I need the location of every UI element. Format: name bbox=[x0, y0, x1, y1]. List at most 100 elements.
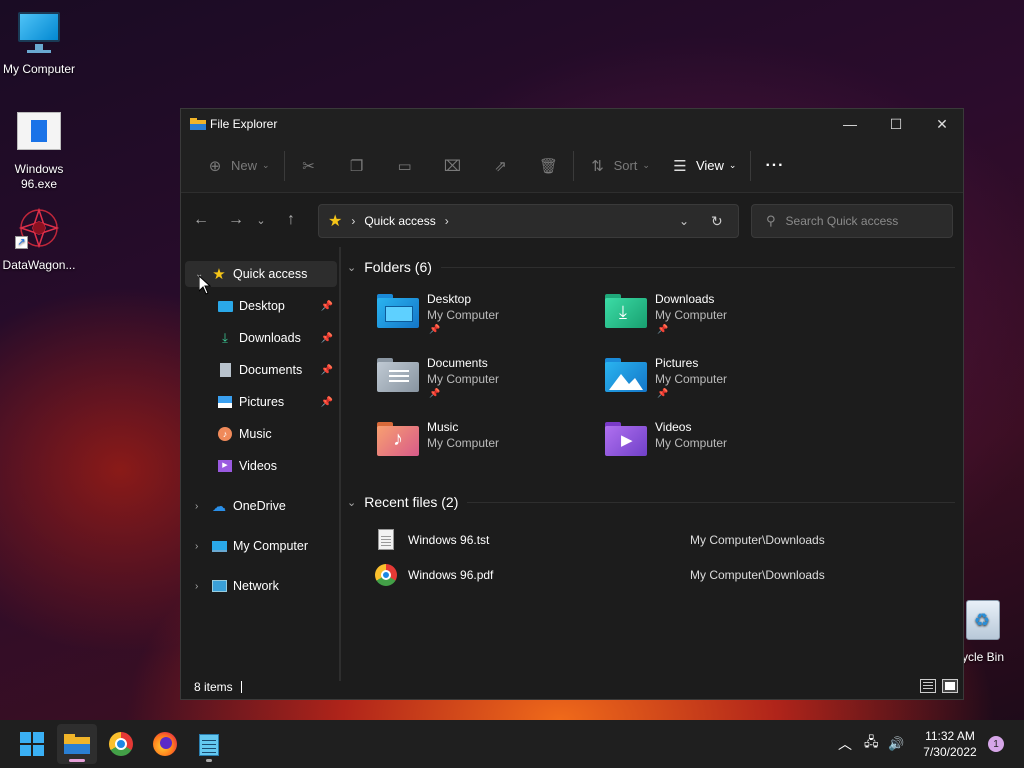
new-button[interactable]: ⊕ New ⌄ bbox=[199, 148, 276, 184]
sort-label: Sort bbox=[613, 158, 638, 173]
sidebar-item-label: Quick access bbox=[233, 267, 308, 281]
search-box[interactable]: ⚲ bbox=[751, 204, 953, 238]
large-icons-view-button[interactable] bbox=[942, 679, 958, 693]
clock[interactable]: 11:32 AM 7/30/2022 bbox=[905, 728, 995, 760]
folder-location: My Computer bbox=[427, 308, 500, 322]
new-label: New bbox=[231, 158, 258, 173]
desktop-icon-windows96[interactable]: Windows 96.exe bbox=[0, 110, 78, 192]
network-status-icon[interactable]: 🖧 bbox=[864, 720, 879, 768]
taskbar-chrome[interactable] bbox=[101, 724, 141, 764]
chevron-down-icon: ⌄ bbox=[728, 160, 737, 170]
address-dropdown-button[interactable]: ⌄ bbox=[679, 214, 689, 228]
recent-file-name: Windows 96.tst bbox=[408, 533, 490, 547]
address-bar[interactable]: ★ › Quick access › ⌄ ↻ bbox=[318, 204, 739, 238]
folder-music[interactable]: ♪ Music My Computer bbox=[377, 420, 597, 470]
sidebar-item-my-computer[interactable]: › My Computer bbox=[185, 533, 337, 559]
recent-file-row[interactable]: Windows 96.pdf My Computer\Downloads bbox=[375, 560, 935, 590]
recycle-bin-icon: ♻ bbox=[960, 598, 1008, 646]
music-icon: ♪ bbox=[217, 426, 233, 442]
document-icon bbox=[217, 362, 233, 378]
star-icon: ★ bbox=[212, 266, 226, 283]
file-explorer-window: File Explorer — ☐ ✕ ⊕ New ⌄ ✂ ❐ ▭ ⌧ ⇗ 🗑 … bbox=[180, 108, 964, 700]
taskbar-file-explorer[interactable] bbox=[57, 724, 97, 764]
view-label: View bbox=[695, 158, 724, 173]
delete-button[interactable]: 🗑 bbox=[533, 148, 565, 184]
taskbar-notepad[interactable] bbox=[189, 724, 229, 764]
folder-location: My Computer bbox=[655, 308, 728, 322]
folder-downloads[interactable]: ⤓ Downloads My Computer 📌 bbox=[605, 292, 825, 342]
folder-icon bbox=[190, 118, 206, 130]
back-button[interactable]: ← bbox=[186, 205, 216, 235]
desktop-icon-label: Windows 96.exe bbox=[14, 162, 64, 191]
pin-icon: 📌 bbox=[429, 324, 441, 334]
more-options-button[interactable]: ··· bbox=[759, 148, 790, 184]
chevron-down-icon: ⌄ bbox=[262, 160, 270, 170]
chevron-right-icon[interactable]: › bbox=[195, 501, 198, 512]
details-view-button[interactable] bbox=[920, 679, 936, 693]
up-button[interactable]: ↑ bbox=[276, 205, 306, 235]
folder-location: My Computer bbox=[655, 372, 728, 386]
clock-date: 7/30/2022 bbox=[923, 745, 977, 759]
recent-locations-button[interactable]: ⌄ bbox=[251, 205, 271, 235]
folder-location: My Computer bbox=[427, 372, 500, 386]
sidebar-item-pictures[interactable]: Pictures 📌 bbox=[217, 389, 337, 415]
item-count: 8 items bbox=[194, 680, 233, 694]
volume-icon[interactable]: 🔊 bbox=[888, 720, 904, 768]
pane-divider[interactable] bbox=[339, 247, 341, 681]
view-button[interactable]: ☰ View ⌄ bbox=[664, 148, 743, 184]
chevron-right-icon[interactable]: › bbox=[195, 581, 198, 592]
sidebar-item-onedrive[interactable]: › ☁ OneDrive bbox=[185, 493, 337, 519]
sidebar-item-network[interactable]: › Network bbox=[185, 573, 337, 599]
rename-button[interactable]: ⌧ bbox=[437, 148, 469, 184]
sidebar-item-desktop[interactable]: Desktop 📌 bbox=[217, 293, 337, 319]
close-button[interactable]: ✕ bbox=[919, 109, 965, 139]
folders-section-header[interactable]: ⌄ Folders (6) bbox=[347, 259, 432, 275]
folder-documents[interactable]: Documents My Computer 📌 bbox=[377, 356, 597, 406]
start-button[interactable] bbox=[12, 724, 52, 764]
chevron-right-icon: › bbox=[444, 214, 449, 228]
refresh-button[interactable]: ↻ bbox=[711, 213, 723, 230]
sidebar-item-music[interactable]: ♪ Music bbox=[217, 421, 337, 447]
monitor-icon bbox=[15, 10, 63, 58]
desktop-icon-datawagon[interactable]: ↗ DataWagon... bbox=[0, 206, 78, 273]
desktop-icon-label: My Computer bbox=[2, 62, 76, 76]
monitor-icon bbox=[211, 538, 227, 554]
copy-button[interactable]: ❐ bbox=[341, 148, 373, 184]
search-input[interactable] bbox=[785, 214, 946, 228]
folder-desktop[interactable]: Desktop My Computer 📌 bbox=[377, 292, 597, 342]
status-bar: 8 items bbox=[181, 675, 963, 699]
paste-button[interactable]: ▭ bbox=[389, 148, 421, 184]
cut-button[interactable]: ✂ bbox=[293, 148, 325, 184]
maximize-button[interactable]: ☐ bbox=[873, 109, 919, 139]
separator bbox=[572, 150, 574, 181]
minimize-button[interactable]: — bbox=[827, 109, 873, 139]
sidebar-item-videos[interactable]: ▶ Videos bbox=[217, 453, 337, 479]
trash-icon: 🗑 bbox=[539, 157, 559, 175]
tray-overflow-button[interactable]: ︿ bbox=[838, 720, 852, 768]
sort-button[interactable]: ⇅ Sort ⌄ bbox=[582, 148, 656, 184]
notification-badge[interactable]: 1 bbox=[988, 736, 1004, 752]
folder-pictures[interactable]: Pictures My Computer 📌 bbox=[605, 356, 825, 406]
music-folder-icon: ♪ bbox=[377, 422, 419, 456]
breadcrumb-quick-access[interactable]: Quick access bbox=[364, 214, 435, 228]
command-bar: ⊕ New ⌄ ✂ ❐ ▭ ⌧ ⇗ 🗑 ⇅ Sort ⌄ ☰ View ⌄ ··… bbox=[181, 139, 963, 193]
sidebar-item-downloads[interactable]: ⤓ Downloads 📌 bbox=[217, 325, 337, 351]
mouse-cursor-icon bbox=[199, 276, 211, 295]
recent-file-row[interactable]: Windows 96.tst My Computer\Downloads bbox=[375, 525, 935, 555]
sidebar-item-documents[interactable]: Documents 📌 bbox=[217, 357, 337, 383]
folder-name: Videos bbox=[655, 420, 692, 434]
folder-videos[interactable]: ▶ Videos My Computer bbox=[605, 420, 825, 470]
share-button[interactable]: ⇗ bbox=[485, 148, 517, 184]
forward-button[interactable]: → bbox=[221, 205, 251, 235]
search-icon: ⚲ bbox=[766, 213, 776, 228]
executable-icon bbox=[15, 110, 63, 158]
view-list-icon: ☰ bbox=[673, 157, 687, 175]
folder-name: Documents bbox=[427, 356, 488, 370]
recent-section-header[interactable]: ⌄ Recent files (2) bbox=[347, 494, 458, 510]
chrome-icon bbox=[109, 732, 133, 756]
desktop-icon-my-computer[interactable]: My Computer bbox=[0, 10, 78, 77]
sidebar-item-label: Desktop bbox=[239, 299, 285, 313]
chevron-right-icon[interactable]: › bbox=[195, 541, 198, 552]
taskbar-firefox[interactable] bbox=[145, 724, 185, 764]
sidebar-item-label: My Computer bbox=[233, 539, 309, 553]
